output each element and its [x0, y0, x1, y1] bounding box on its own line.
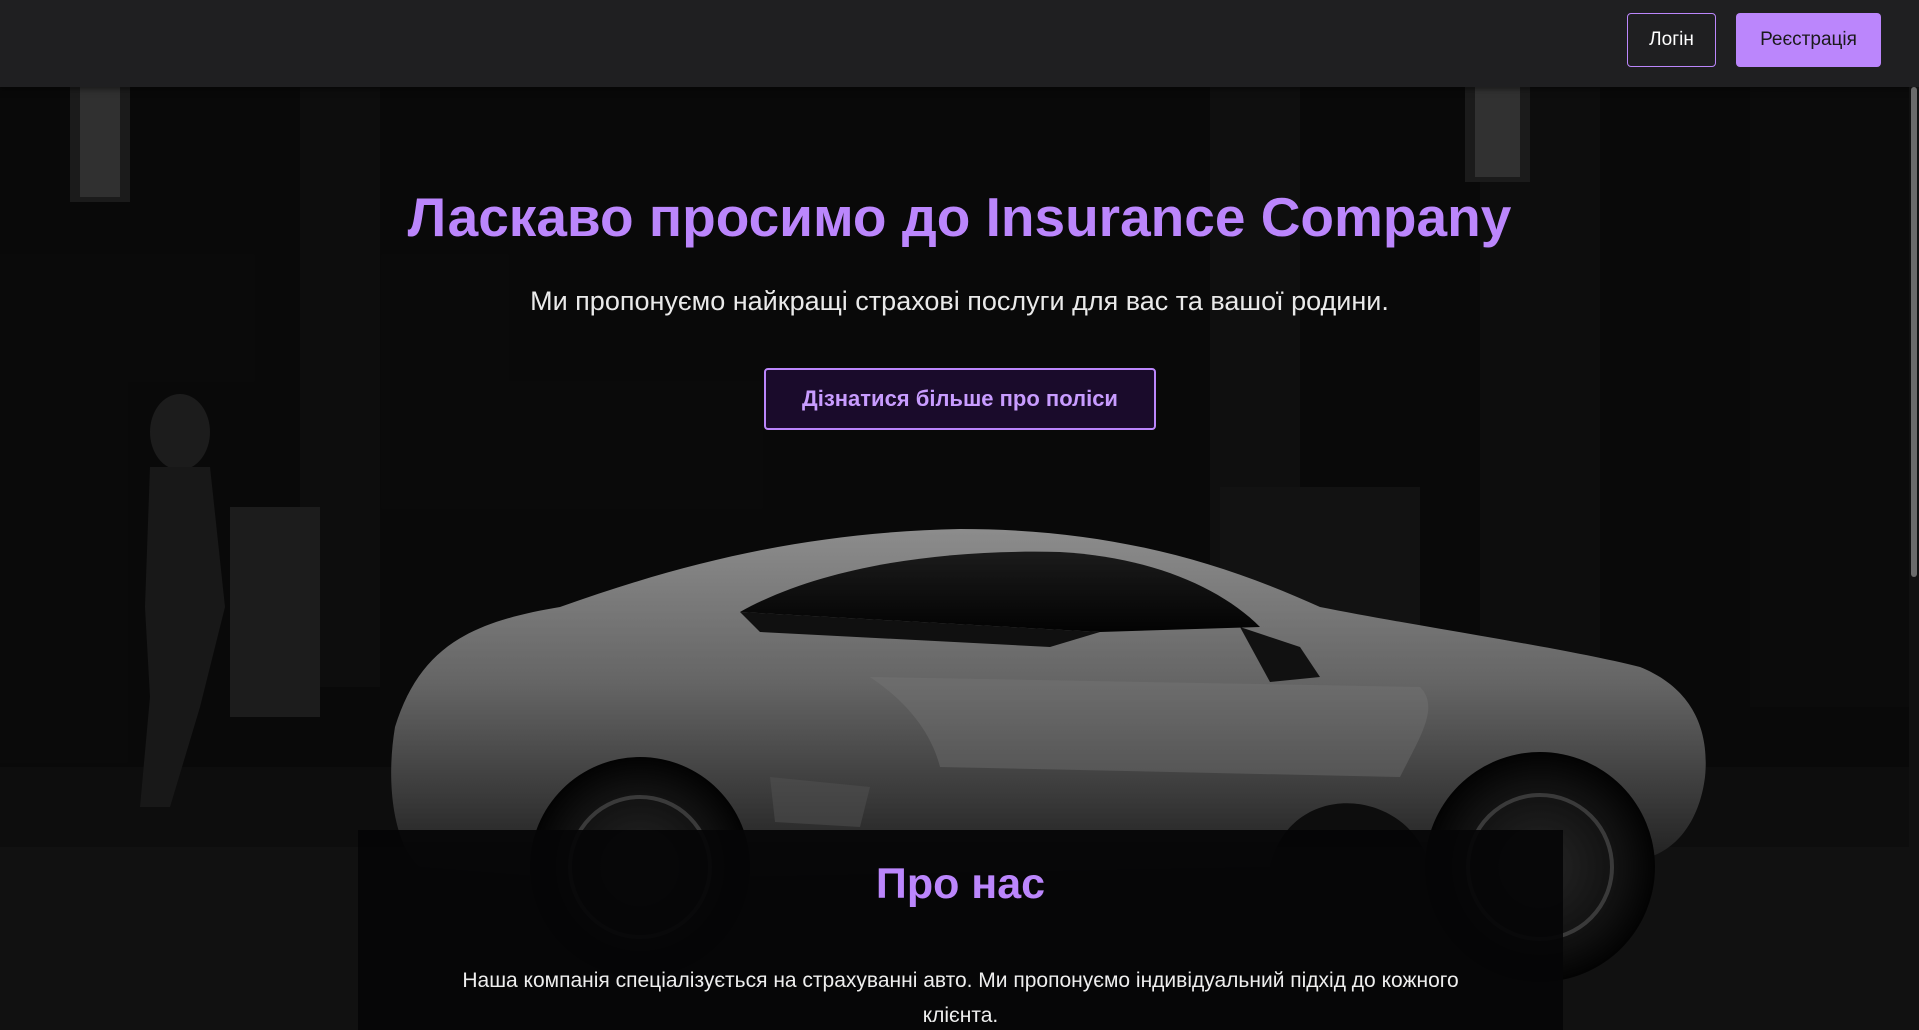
register-button[interactable]: Реєстрація [1736, 13, 1881, 67]
about-text: Наша компанія спеціалізується на страхув… [462, 969, 1459, 1027]
scrollbar-thumb[interactable] [1911, 87, 1917, 577]
hero-subtitle: Ми пропонуємо найкращі страхові послуги … [530, 286, 1389, 316]
hero-title: Ласкаво просимо до Insurance Company [407, 186, 1512, 248]
page: Логін Реєстрація Ласкаво просимо до Insu… [0, 0, 1919, 1030]
login-button[interactable]: Логін [1627, 13, 1716, 67]
page-scrollbar[interactable] [1909, 87, 1919, 1030]
learn-more-policies-button[interactable]: Дізнатися більше про поліси [764, 368, 1156, 430]
about-section: Про нас Наша компанія спеціалізується на… [358, 830, 1563, 1030]
about-title: Про нас [875, 860, 1046, 908]
top-navigation-bar: Логін Реєстрація [0, 0, 1919, 87]
